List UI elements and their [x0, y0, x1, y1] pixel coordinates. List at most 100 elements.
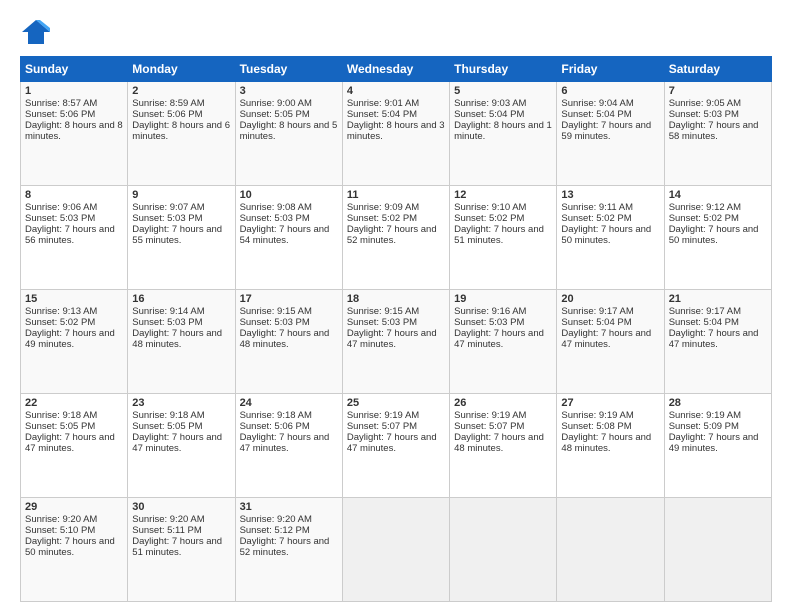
- day-number: 11: [347, 189, 445, 201]
- sunrise-text: Sunrise: 9:10 AM: [454, 202, 526, 213]
- calendar-cell: 2Sunrise: 8:59 AMSunset: 5:06 PMDaylight…: [128, 82, 235, 186]
- sunset-text: Sunset: 5:09 PM: [669, 421, 739, 432]
- sunrise-text: Sunrise: 9:19 AM: [669, 410, 741, 421]
- sunset-text: Sunset: 5:06 PM: [132, 109, 202, 120]
- sunrise-text: Sunrise: 9:17 AM: [669, 306, 741, 317]
- sunrise-text: Sunrise: 9:14 AM: [132, 306, 204, 317]
- sunrise-text: Sunrise: 9:20 AM: [240, 514, 312, 525]
- day-number: 25: [347, 397, 445, 409]
- sunset-text: Sunset: 5:05 PM: [240, 109, 310, 120]
- sunset-text: Sunset: 5:03 PM: [347, 317, 417, 328]
- sunset-text: Sunset: 5:03 PM: [454, 317, 524, 328]
- calendar-cell: 18Sunrise: 9:15 AMSunset: 5:03 PMDayligh…: [342, 290, 449, 394]
- day-number: 19: [454, 293, 552, 305]
- calendar-cell: 13Sunrise: 9:11 AMSunset: 5:02 PMDayligh…: [557, 186, 664, 290]
- page: SundayMondayTuesdayWednesdayThursdayFrid…: [0, 0, 792, 612]
- daylight-text: Daylight: 7 hours and 50 minutes.: [669, 224, 759, 246]
- sunrise-text: Sunrise: 8:59 AM: [132, 98, 204, 109]
- day-number: 3: [240, 85, 338, 97]
- sunrise-text: Sunrise: 9:06 AM: [25, 202, 97, 213]
- sunset-text: Sunset: 5:03 PM: [240, 317, 310, 328]
- sunrise-text: Sunrise: 9:13 AM: [25, 306, 97, 317]
- sunset-text: Sunset: 5:05 PM: [25, 421, 95, 432]
- sunset-text: Sunset: 5:11 PM: [132, 525, 202, 536]
- day-number: 22: [25, 397, 123, 409]
- sunrise-text: Sunrise: 8:57 AM: [25, 98, 97, 109]
- day-number: 2: [132, 85, 230, 97]
- sunrise-text: Sunrise: 9:18 AM: [240, 410, 312, 421]
- sunrise-text: Sunrise: 9:05 AM: [669, 98, 741, 109]
- daylight-text: Daylight: 7 hours and 47 minutes.: [132, 432, 222, 454]
- daylight-text: Daylight: 7 hours and 49 minutes.: [669, 432, 759, 454]
- calendar-cell: 20Sunrise: 9:17 AMSunset: 5:04 PMDayligh…: [557, 290, 664, 394]
- sunset-text: Sunset: 5:03 PM: [132, 213, 202, 224]
- daylight-text: Daylight: 7 hours and 47 minutes.: [669, 328, 759, 350]
- calendar-cell: 8Sunrise: 9:06 AMSunset: 5:03 PMDaylight…: [21, 186, 128, 290]
- sunset-text: Sunset: 5:06 PM: [25, 109, 95, 120]
- day-number: 6: [561, 85, 659, 97]
- sunset-text: Sunset: 5:03 PM: [669, 109, 739, 120]
- calendar-cell: [557, 498, 664, 602]
- calendar-cell: [342, 498, 449, 602]
- sunset-text: Sunset: 5:02 PM: [454, 213, 524, 224]
- sunrise-text: Sunrise: 9:11 AM: [561, 202, 633, 213]
- daylight-text: Daylight: 7 hours and 54 minutes.: [240, 224, 330, 246]
- sunset-text: Sunset: 5:07 PM: [347, 421, 417, 432]
- calendar-cell: 17Sunrise: 9:15 AMSunset: 5:03 PMDayligh…: [235, 290, 342, 394]
- sunset-text: Sunset: 5:05 PM: [132, 421, 202, 432]
- sunset-text: Sunset: 5:02 PM: [25, 317, 95, 328]
- col-header-sunday: Sunday: [21, 57, 128, 82]
- sunset-text: Sunset: 5:04 PM: [454, 109, 524, 120]
- calendar-cell: 24Sunrise: 9:18 AMSunset: 5:06 PMDayligh…: [235, 394, 342, 498]
- sunrise-text: Sunrise: 9:16 AM: [454, 306, 526, 317]
- sunrise-text: Sunrise: 9:08 AM: [240, 202, 312, 213]
- calendar-table: SundayMondayTuesdayWednesdayThursdayFrid…: [20, 56, 772, 602]
- day-number: 31: [240, 501, 338, 513]
- day-number: 4: [347, 85, 445, 97]
- col-header-monday: Monday: [128, 57, 235, 82]
- calendar-cell: 10Sunrise: 9:08 AMSunset: 5:03 PMDayligh…: [235, 186, 342, 290]
- calendar-cell: 25Sunrise: 9:19 AMSunset: 5:07 PMDayligh…: [342, 394, 449, 498]
- calendar-cell: 14Sunrise: 9:12 AMSunset: 5:02 PMDayligh…: [664, 186, 771, 290]
- day-number: 14: [669, 189, 767, 201]
- sunset-text: Sunset: 5:03 PM: [240, 213, 310, 224]
- daylight-text: Daylight: 7 hours and 48 minutes.: [454, 432, 544, 454]
- daylight-text: Daylight: 8 hours and 6 minutes.: [132, 120, 230, 142]
- daylight-text: Daylight: 7 hours and 48 minutes.: [561, 432, 651, 454]
- day-number: 1: [25, 85, 123, 97]
- daylight-text: Daylight: 7 hours and 50 minutes.: [561, 224, 651, 246]
- daylight-text: Daylight: 7 hours and 58 minutes.: [669, 120, 759, 142]
- logo-icon: [20, 18, 52, 46]
- sunset-text: Sunset: 5:06 PM: [240, 421, 310, 432]
- sunset-text: Sunset: 5:04 PM: [561, 109, 631, 120]
- sunset-text: Sunset: 5:08 PM: [561, 421, 631, 432]
- calendar-cell: 12Sunrise: 9:10 AMSunset: 5:02 PMDayligh…: [450, 186, 557, 290]
- sunrise-text: Sunrise: 9:19 AM: [347, 410, 419, 421]
- calendar-cell: 15Sunrise: 9:13 AMSunset: 5:02 PMDayligh…: [21, 290, 128, 394]
- sunset-text: Sunset: 5:04 PM: [347, 109, 417, 120]
- col-header-tuesday: Tuesday: [235, 57, 342, 82]
- sunrise-text: Sunrise: 9:00 AM: [240, 98, 312, 109]
- sunrise-text: Sunrise: 9:20 AM: [132, 514, 204, 525]
- sunrise-text: Sunrise: 9:04 AM: [561, 98, 633, 109]
- col-header-thursday: Thursday: [450, 57, 557, 82]
- daylight-text: Daylight: 7 hours and 52 minutes.: [240, 536, 330, 558]
- sunrise-text: Sunrise: 9:19 AM: [454, 410, 526, 421]
- calendar-cell: 7Sunrise: 9:05 AMSunset: 5:03 PMDaylight…: [664, 82, 771, 186]
- calendar-cell: [664, 498, 771, 602]
- daylight-text: Daylight: 7 hours and 47 minutes.: [347, 328, 437, 350]
- day-number: 24: [240, 397, 338, 409]
- calendar-cell: 5Sunrise: 9:03 AMSunset: 5:04 PMDaylight…: [450, 82, 557, 186]
- sunset-text: Sunset: 5:03 PM: [25, 213, 95, 224]
- sunset-text: Sunset: 5:04 PM: [561, 317, 631, 328]
- daylight-text: Daylight: 7 hours and 47 minutes.: [454, 328, 544, 350]
- col-header-saturday: Saturday: [664, 57, 771, 82]
- daylight-text: Daylight: 8 hours and 5 minutes.: [240, 120, 338, 142]
- calendar-cell: 27Sunrise: 9:19 AMSunset: 5:08 PMDayligh…: [557, 394, 664, 498]
- day-number: 26: [454, 397, 552, 409]
- calendar-cell: 3Sunrise: 9:00 AMSunset: 5:05 PMDaylight…: [235, 82, 342, 186]
- sunrise-text: Sunrise: 9:18 AM: [25, 410, 97, 421]
- day-number: 18: [347, 293, 445, 305]
- sunrise-text: Sunrise: 9:18 AM: [132, 410, 204, 421]
- calendar-cell: 6Sunrise: 9:04 AMSunset: 5:04 PMDaylight…: [557, 82, 664, 186]
